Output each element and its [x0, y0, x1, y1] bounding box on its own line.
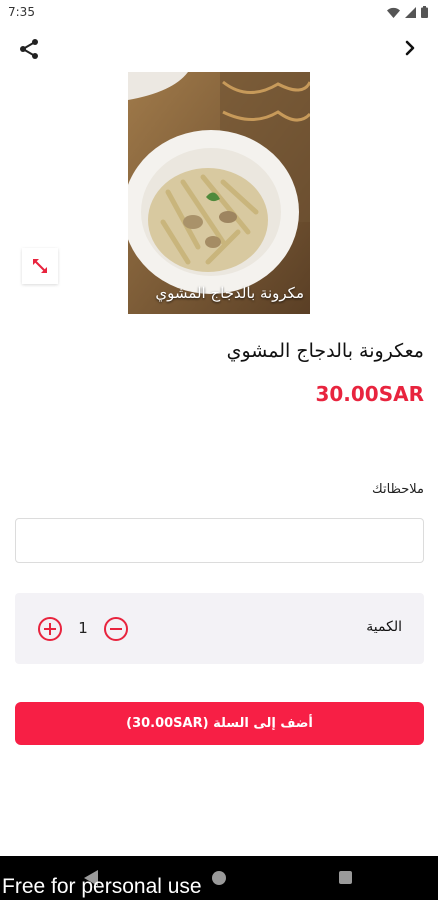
- notes-input[interactable]: [15, 518, 424, 563]
- watermark-text: Free for personal use: [2, 875, 202, 898]
- add-to-cart-button[interactable]: أضف إلى السلة (30.00SAR): [15, 702, 424, 745]
- quantity-value: 1: [78, 619, 88, 637]
- product-image-panel: مكرونة بالدجاج المشوي: [58, 72, 380, 314]
- decrease-quantity-button[interactable]: [103, 616, 129, 642]
- quantity-stepper: 1 الكمية: [15, 593, 424, 664]
- top-bar: [0, 24, 438, 72]
- share-icon: [20, 39, 38, 59]
- notes-label: ملاحظاتك: [372, 482, 424, 497]
- photo-caption: مكرونة بالدجاج المشوي: [155, 284, 304, 302]
- product-price: 30.00SAR: [315, 382, 424, 406]
- battery-icon: [421, 6, 428, 18]
- increase-quantity-button[interactable]: [37, 616, 63, 642]
- status-bar: 7:35: [0, 0, 438, 24]
- signal-icon: [405, 6, 416, 18]
- product-photo[interactable]: مكرونة بالدجاج المشوي: [128, 72, 310, 314]
- status-time: 7:35: [8, 5, 35, 19]
- minus-circle-icon: [104, 617, 128, 641]
- chevron-right-icon: [405, 40, 415, 56]
- wifi-icon: [387, 7, 400, 18]
- nav-home-button[interactable]: [212, 871, 226, 885]
- status-icons: [387, 6, 428, 18]
- forward-button[interactable]: [398, 36, 422, 60]
- plus-circle-icon: [38, 617, 62, 641]
- quantity-label: الكمية: [366, 619, 402, 635]
- pasta-dish-image: [128, 72, 310, 314]
- expand-icon: [33, 259, 47, 273]
- share-button[interactable]: [16, 36, 42, 62]
- product-title: معكرونة بالدجاج المشوي: [226, 340, 424, 362]
- nav-recents-button[interactable]: [339, 871, 352, 884]
- expand-image-button[interactable]: [22, 248, 58, 284]
